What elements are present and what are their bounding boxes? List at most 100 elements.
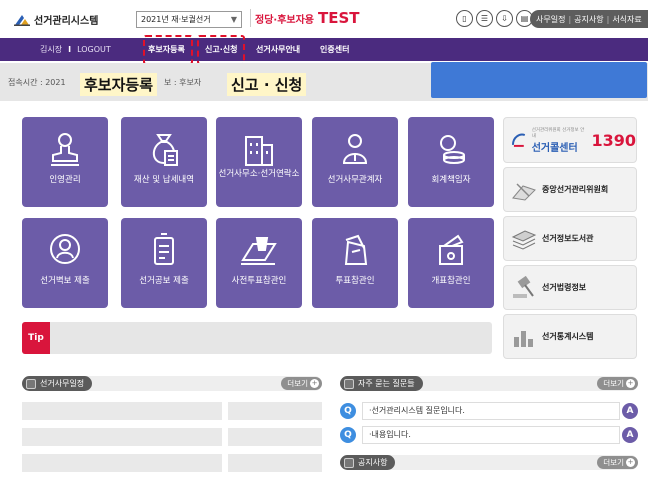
- election-select[interactable]: 2021년 재·보궐선거 ▼: [136, 11, 242, 28]
- tile-label: 재산 및 납세내역: [133, 175, 195, 185]
- call-center-panel[interactable]: 선거관리위원회 선거정보 안내 선거콜센터 1390: [503, 117, 637, 163]
- tile-assets-tax[interactable]: 재산 및 납세내역: [121, 117, 207, 207]
- more-label: 더보기: [603, 458, 624, 467]
- quick-icons: ▯ ☰ ⇩ ▤: [456, 10, 533, 27]
- schedule-title-pill: 선거사무일정: [22, 376, 93, 391]
- calendar-icon: [26, 378, 36, 389]
- call-center-text: 선거관리위원회 선거정보 안내 선거콜센터: [532, 127, 588, 154]
- schedule-cell: [22, 428, 222, 446]
- question-icon: Q: [340, 427, 356, 443]
- schedule-cell: [22, 454, 222, 472]
- tile-vote-observer[interactable]: 투표참관인: [312, 218, 398, 308]
- schedule-title: 선거사무일정: [40, 379, 85, 388]
- tile-early-vote-observer[interactable]: 사전투표참관인: [216, 218, 302, 308]
- law-link-panel[interactable]: 선거법령정보: [503, 265, 637, 310]
- mobile-icon[interactable]: ▯: [456, 10, 473, 27]
- download-icon[interactable]: ⇩: [496, 10, 513, 27]
- banner-box: [431, 62, 647, 98]
- schedule-cell: [228, 402, 322, 420]
- chevron-down-icon: ▼: [230, 15, 237, 24]
- util-link-notice[interactable]: 공지사항: [574, 14, 603, 25]
- call-center-number: 1390: [591, 130, 636, 150]
- callout-registration: 후보자등록: [80, 73, 158, 96]
- chat-icon[interactable]: ☰: [476, 10, 493, 27]
- util-link-schedule[interactable]: 사무일정: [536, 14, 565, 25]
- schedule-cell: [228, 428, 322, 446]
- stats-link-panel[interactable]: 선거통계시스템: [503, 314, 637, 359]
- party-test: TEST: [318, 9, 360, 27]
- call-center-label: 선거콜센터: [531, 142, 578, 154]
- callout-report: 신고 · 신청: [227, 73, 307, 96]
- tip-badge: Tip: [22, 322, 50, 354]
- library-link-panel[interactable]: 선거정보도서관: [503, 216, 637, 261]
- util-link-forms[interactable]: 서식자료: [612, 14, 641, 25]
- plus-icon: +: [626, 379, 635, 388]
- building-icon: [245, 136, 273, 166]
- tile-poster-submission[interactable]: 선거벽보 제출: [22, 218, 108, 308]
- nec-link-panel[interactable]: 중앙선거관리위원회: [503, 167, 637, 212]
- booklet-icon: [154, 233, 174, 265]
- tile-label: 인영관리: [49, 175, 81, 185]
- utility-links: 사무일정 | 공지사항 | 서식자료: [530, 10, 648, 28]
- more-label: 더보기: [287, 379, 308, 388]
- faq-title: 자주 묻는 질문들: [358, 379, 415, 388]
- coins-icon: [440, 135, 465, 164]
- logo-mark-icon: [14, 14, 30, 26]
- plus-icon: +: [310, 379, 319, 388]
- chat-bubble-icon: [344, 378, 354, 389]
- schedule-cell: [22, 402, 222, 420]
- poster-icon: [50, 234, 80, 264]
- schedule-header: 선거사무일정 더보기 +: [22, 376, 322, 391]
- faq-question-text[interactable]: ·선거관리시스템 질문입니다.: [362, 402, 620, 420]
- schedule-more-button[interactable]: 더보기 +: [281, 377, 322, 390]
- faq-item[interactable]: Q ·선거관리시스템 질문입니다. A: [340, 402, 638, 420]
- tip-bar: Tip: [22, 322, 492, 354]
- tile-label: 회계책임자: [431, 175, 471, 185]
- tile-label: 투표참관인: [335, 276, 375, 286]
- highlight-box-report: [197, 35, 245, 65]
- nav-item-election-guide[interactable]: 선거사무안내: [256, 44, 300, 55]
- tile-label: 선거벽보 제출: [40, 276, 90, 286]
- faq-header: 자주 묻는 질문들 더보기 +: [340, 376, 638, 391]
- faq-item[interactable]: Q ·내용입니다. A: [340, 426, 638, 444]
- tile-label: 선거공보 제출: [139, 276, 189, 286]
- megaphone-icon: [344, 457, 354, 468]
- more-label: 더보기: [603, 379, 624, 388]
- divider: |: [568, 14, 572, 24]
- login-time: 접속시간 : 2021: [8, 78, 66, 87]
- user-info: 김시장 I LOGOUT: [40, 44, 111, 55]
- tile-bulletin-submission[interactable]: 선거공보 제출: [121, 218, 207, 308]
- schedule-cell: [228, 454, 322, 472]
- top-header: 선거관리시스템 2021년 재·보궐선거 ▼ 정당·후보자용 TEST ▯ ☰ …: [0, 0, 648, 38]
- panel-label: 선거정보도서관: [542, 234, 594, 243]
- main-nav: 김시장 I LOGOUT 후보자등록 신고·신청 선거사무안내 인증센터: [0, 38, 648, 61]
- election-select-value: 2021년 재·보궐선거: [141, 15, 211, 24]
- panel-label: 중앙선거관리위원회: [542, 185, 609, 194]
- money-bag-icon: [152, 134, 178, 166]
- tile-accountant[interactable]: 회계책임자: [408, 117, 494, 207]
- tile-campaign-office[interactable]: 선거사무소·선거연락소: [216, 117, 302, 207]
- tile-seal-management[interactable]: 인영관리: [22, 117, 108, 207]
- stamp-icon: [51, 133, 79, 166]
- ballot-hand-icon: [241, 237, 277, 265]
- tile-counting-observer[interactable]: 개표참관인: [408, 218, 494, 308]
- person-icon: [342, 134, 368, 164]
- nav-item-auth-center[interactable]: 인증센터: [320, 44, 349, 55]
- logo[interactable]: 선거관리시스템: [14, 12, 98, 27]
- answer-icon[interactable]: A: [622, 427, 638, 443]
- divider: |: [606, 14, 610, 24]
- question-icon: Q: [340, 403, 356, 419]
- user-name: 김시장: [40, 45, 63, 54]
- party-indicator: 정당·후보자용 TEST: [250, 9, 360, 27]
- panel-label: 선거통계시스템: [542, 332, 594, 341]
- call-center-row: 선거관리위원회 선거정보 안내 선거콜센터 1390: [510, 127, 636, 154]
- notice-more-button[interactable]: 더보기 +: [597, 456, 638, 469]
- faq-more-button[interactable]: 더보기 +: [597, 377, 638, 390]
- counting-icon: [439, 234, 464, 265]
- logout-link[interactable]: LOGOUT: [77, 45, 111, 54]
- panel-label: 선거법령정보: [542, 283, 587, 292]
- faq-question-text[interactable]: ·내용입니다.: [362, 426, 620, 444]
- tile-campaign-staff[interactable]: 선거사무관계자: [312, 117, 398, 207]
- answer-icon[interactable]: A: [622, 403, 638, 419]
- party-name: 정당·후보자용: [255, 15, 314, 26]
